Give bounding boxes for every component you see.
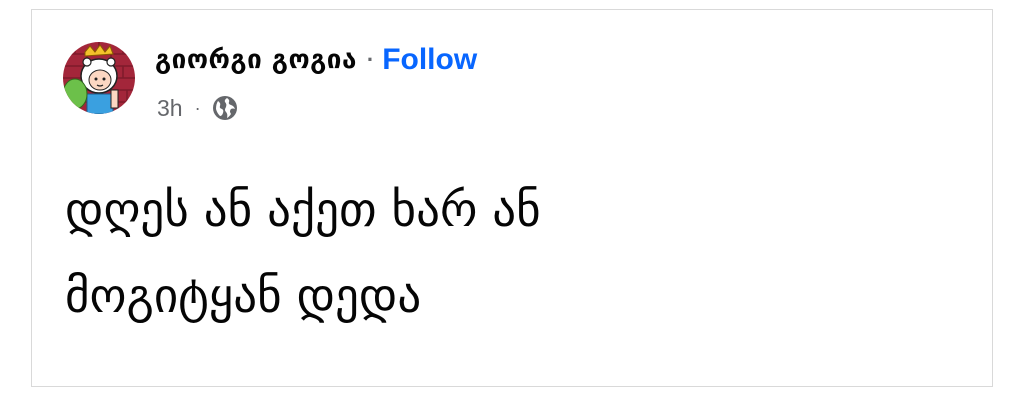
- author-line: გიორგი გოგია · Follow: [155, 40, 477, 80]
- post-text-line: მოგიტყან დედა: [65, 269, 422, 324]
- post-meta: 3h ·: [157, 92, 239, 124]
- name-separator: ·: [366, 47, 375, 72]
- post-timestamp[interactable]: 3h: [157, 95, 183, 122]
- meta-separator: ·: [194, 97, 201, 118]
- avatar-image: [63, 42, 135, 114]
- follow-button[interactable]: Follow: [382, 43, 477, 77]
- post-card: გიორგი გოგია · Follow 3h · დღეს ან აქეთ …: [31, 9, 993, 387]
- author-avatar[interactable]: [63, 42, 135, 114]
- author-name[interactable]: გიორგი გოგია: [155, 45, 357, 75]
- post-body: დღეს ან აქეთ ხარ ან მოგიტყან დედა: [65, 168, 965, 340]
- globe-icon[interactable]: [211, 94, 239, 122]
- post-text-line: დღეს ან აქეთ ხარ ან: [65, 183, 541, 238]
